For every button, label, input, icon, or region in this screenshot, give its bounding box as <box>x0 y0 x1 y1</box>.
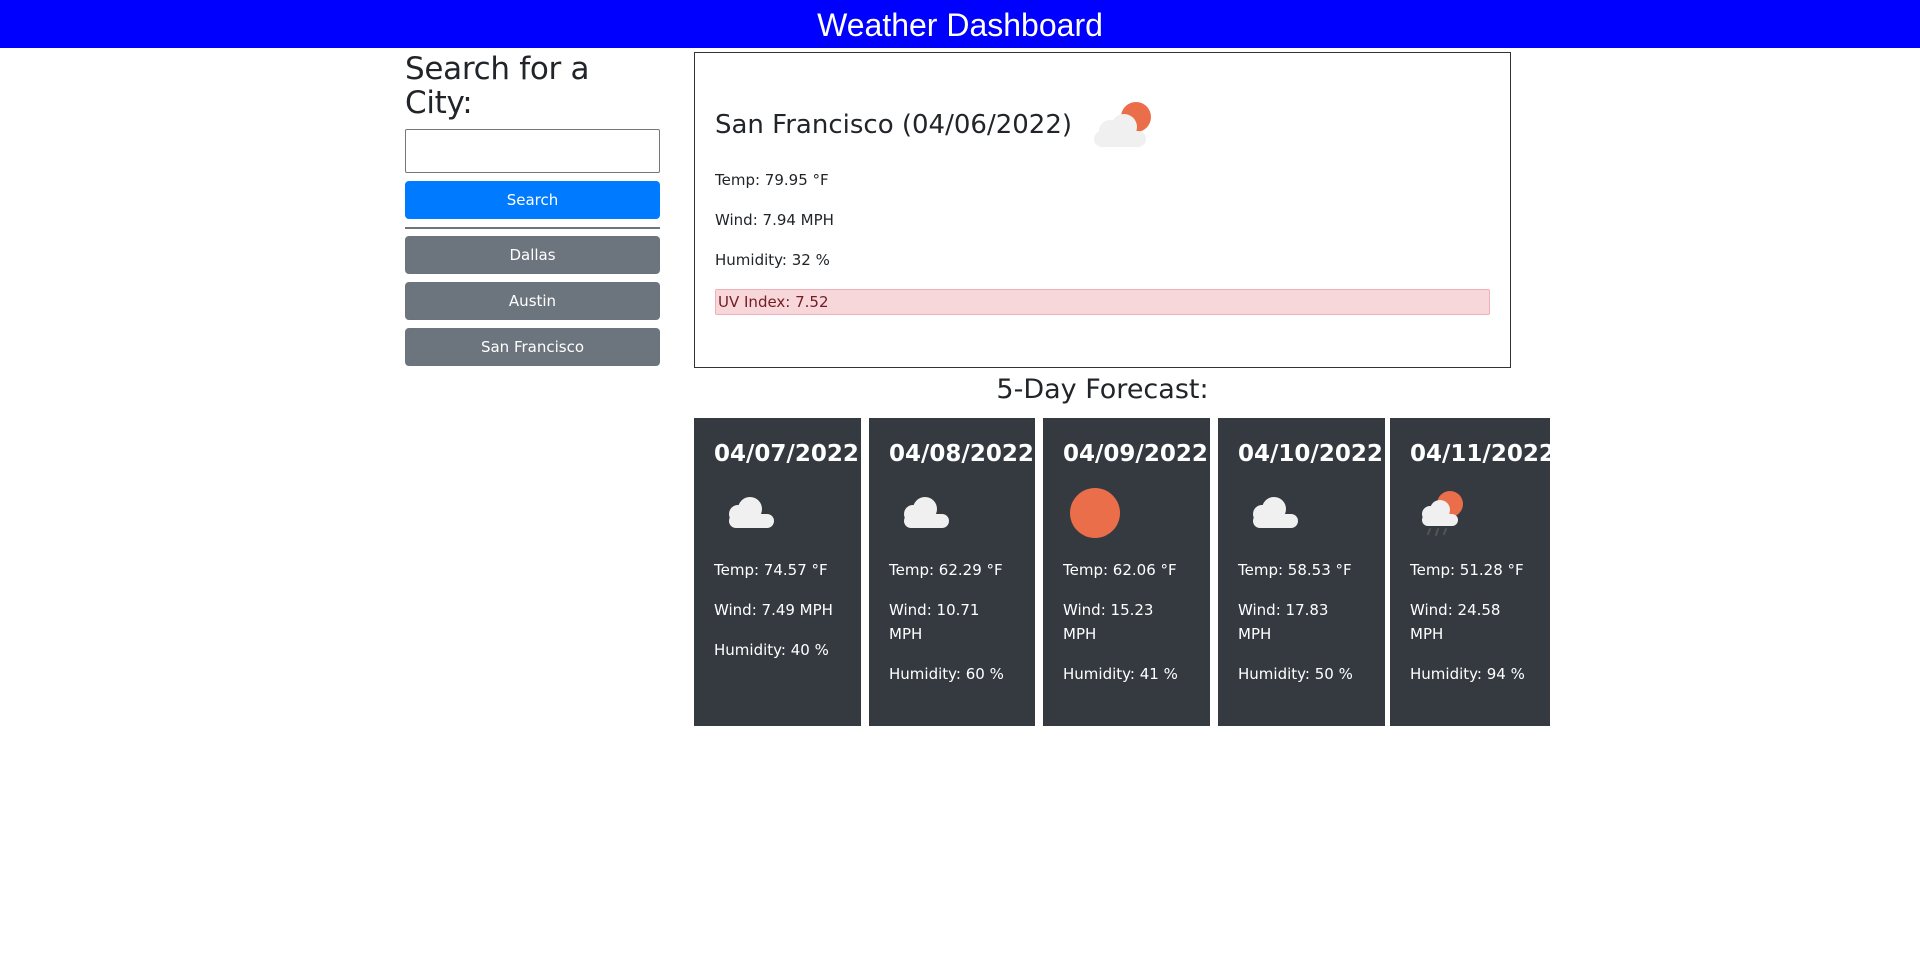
forecast-card: 04/08/2022 Temp: 62.29 °F Wind: 10.71 MP… <box>869 418 1035 726</box>
cloud-icon <box>729 497 774 528</box>
forecast-card: 04/09/2022 Temp: 62.06 °F Wind: 15.23 MP… <box>1043 418 1210 726</box>
current-temp: Temp: 79.95 °F <box>715 171 829 189</box>
forecast-heading: 5-Day Forecast: <box>996 374 1209 405</box>
forecast-date: 04/08/2022 <box>889 441 1034 467</box>
current-city-date: San Francisco (04/06/2022) <box>715 110 1073 140</box>
forecast-humidity: Humidity: 60 % <box>889 665 1004 683</box>
forecast-temp: Temp: 74.57 °F <box>714 561 828 579</box>
forecast-wind: Wind: 17.83 MPH <box>1238 601 1329 643</box>
search-button[interactable]: Search <box>405 181 660 219</box>
partly-cloudy-day-icon <box>1094 102 1152 147</box>
forecast-temp: Temp: 51.28 °F <box>1410 561 1524 579</box>
sun-icon <box>1070 488 1120 538</box>
forecast-temp: Temp: 62.29 °F <box>889 561 1003 579</box>
page-title: Weather Dashboard <box>817 7 1103 43</box>
forecast-wind: Wind: 10.71 MPH <box>889 601 980 643</box>
current-humidity: Humidity: 32 % <box>715 251 830 269</box>
rain-sun-icon <box>1422 491 1463 536</box>
forecast-wind: Wind: 7.49 MPH <box>714 601 833 619</box>
uv-index-badge: UV Index: 7.52 <box>715 289 1490 315</box>
forecast-humidity: Humidity: 94 % <box>1410 665 1525 683</box>
forecast-temp: Temp: 58.53 °F <box>1238 561 1352 579</box>
cloud-icon <box>1253 497 1298 528</box>
history-button-san-francisco[interactable]: San Francisco <box>405 328 660 366</box>
search-heading: Search for a City: <box>405 51 590 121</box>
forecast-temp: Temp: 62.06 °F <box>1063 561 1177 579</box>
forecast-date: 04/10/2022 <box>1238 441 1383 467</box>
current-wind: Wind: 7.94 MPH <box>715 211 834 229</box>
history-button-dallas[interactable]: Dallas <box>405 236 660 274</box>
forecast-humidity: Humidity: 41 % <box>1063 665 1178 683</box>
forecast-card: 04/07/2022 Temp: 74.57 °F Wind: 7.49 MPH… <box>694 418 861 726</box>
forecast-date: 04/11/2022 <box>1410 441 1555 467</box>
forecast-date: 04/09/2022 <box>1063 441 1208 467</box>
forecast-card: 04/11/2022 Temp: 51.28 °F Wind: 24.58 MP… <box>1390 418 1555 726</box>
forecast-wind: Wind: 24.58 MPH <box>1410 601 1501 643</box>
cloud-icon <box>904 497 949 528</box>
app-header: Weather Dashboard <box>0 0 1920 48</box>
search-sidebar: Search for a City: Search Dallas Austin … <box>405 52 660 374</box>
forecast-humidity: Humidity: 40 % <box>714 641 829 659</box>
current-title-row: San Francisco (04/06/2022) <box>715 100 1490 150</box>
forecast-card: 04/10/2022 Temp: 58.53 °F Wind: 17.83 MP… <box>1218 418 1385 726</box>
forecast-humidity: Humidity: 50 % <box>1238 665 1353 683</box>
current-weather-card: San Francisco (04/06/2022) Temp: 79.95 °… <box>694 52 1511 368</box>
forecast-date: 04/07/2022 <box>714 441 859 467</box>
sidebar-divider <box>405 227 660 229</box>
city-search-input[interactable] <box>405 129 660 173</box>
forecast-wind: Wind: 15.23 MPH <box>1063 601 1154 643</box>
history-button-austin[interactable]: Austin <box>405 282 660 320</box>
